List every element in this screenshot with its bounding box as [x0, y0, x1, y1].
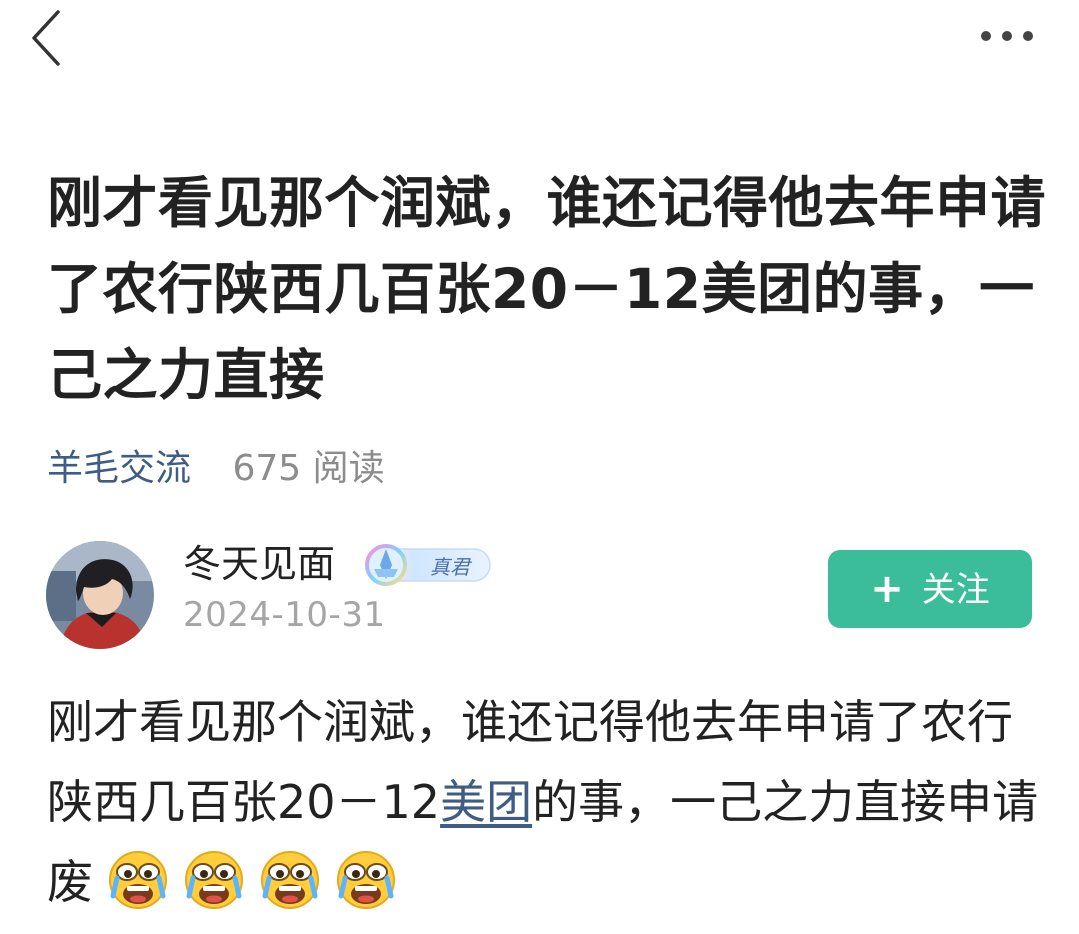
- svg-text:真君: 真君: [430, 555, 473, 579]
- more-button[interactable]: [976, 22, 1038, 50]
- more-dots-icon: [981, 31, 1033, 41]
- back-button[interactable]: [26, 6, 70, 66]
- plus-icon: +: [870, 566, 904, 612]
- chevron-left-icon: [32, 10, 60, 66]
- author-name[interactable]: 冬天见面: [183, 540, 335, 588]
- category-link[interactable]: 羊毛交流: [47, 448, 191, 489]
- follow-button[interactable]: + 关注: [828, 550, 1032, 628]
- post-body: 刚才看见那个润斌，谁还记得他去年申请了农行陕西几百张20－12美团的事，一己之力…: [47, 682, 1047, 922]
- top-bar: [0, 0, 1079, 80]
- meituan-link[interactable]: 美团: [440, 775, 532, 829]
- post-title: 刚才看见那个润斌，谁还记得他去年申请了农行陕西几百张20－12美团的事，一己之力…: [47, 171, 1047, 407]
- avatar[interactable]: [46, 541, 154, 649]
- emoji-row: [93, 851, 397, 909]
- crying-face-emoji: [259, 848, 321, 910]
- read-count: 675 阅读: [232, 448, 385, 489]
- rank-badge-icon: 真君: [362, 543, 494, 587]
- follow-label: 关注: [921, 570, 990, 610]
- post-date: 2024-10-31: [183, 595, 386, 635]
- avatar-anime-boy: [46, 541, 154, 649]
- crying-face-emoji: [335, 848, 397, 910]
- post-meta: 羊毛交流 675 阅读: [47, 446, 385, 492]
- crying-face-emoji: [107, 848, 169, 910]
- crying-face-emoji: [183, 848, 245, 910]
